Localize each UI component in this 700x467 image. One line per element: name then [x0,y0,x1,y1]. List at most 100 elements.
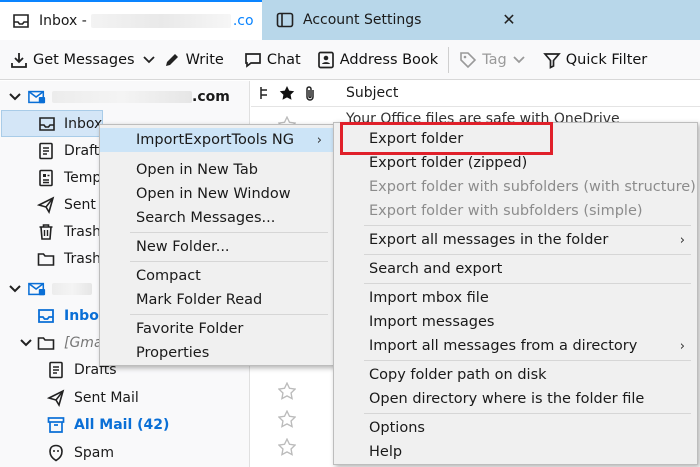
folder-gmail-allmail[interactable]: All Mail (42) [0,411,250,438]
folder-templates-label: Temp [64,169,102,186]
menu-favorite-folder[interactable]: Favorite Folder [100,317,334,341]
tab-account-settings-label: Account Settings [303,12,422,28]
main-toolbar: Get Messages Write Chat Address Book Tag… [0,40,700,80]
folder-gmail-sent[interactable]: Sent Mail [0,384,250,411]
chevron-right-icon: › [679,232,685,248]
menu-properties[interactable]: Properties [100,341,334,365]
tab-account-settings[interactable]: Account Settings ✕ [264,0,529,40]
menu-separator [364,283,691,284]
folder-trash-label: Trash [64,223,101,240]
menu-options[interactable]: Options [334,416,697,440]
templates-icon [37,169,55,187]
chevron-down-icon[interactable] [9,283,21,295]
send-icon [47,388,65,407]
highlight-annotation-box [340,122,553,155]
star-icon[interactable] [277,381,297,401]
chevron-down-icon[interactable] [20,337,32,349]
menu-search-and-export[interactable]: Search and export [334,257,697,281]
menu-open-new-tab[interactable]: Open in New Tab [100,158,334,182]
inbox-icon [37,307,55,325]
tag-label: Tag [482,51,507,68]
chevron-down-icon [513,55,525,63]
attachment-column-icon[interactable] [303,85,317,107]
folder-context-menu: ImportExportTools NG › Open in New Tab O… [99,124,335,366]
menu-import-messages[interactable]: Import messages [334,310,697,334]
account-mail-icon [28,280,46,298]
get-messages-button[interactable]: Get Messages [4,45,141,75]
account-row[interactable]: .com [0,83,250,110]
drafts-icon [47,361,65,379]
menu-export-subfolders-simple: Export folder with subfolders (simple) [369,203,643,219]
menu-separator [364,360,691,361]
menu-copy-folder-path[interactable]: Copy folder path on disk [334,363,697,387]
chevron-right-icon: › [316,132,322,148]
write-button[interactable]: Write [157,45,230,75]
menu-separator [130,314,328,315]
menu-open-directory[interactable]: Open directory where is the folder file [334,387,697,411]
menu-mark-folder-read[interactable]: Mark Folder Read [100,288,334,312]
star-icon[interactable] [277,409,297,429]
send-icon [37,195,55,214]
folder-trash-2-label: Trash [64,250,101,267]
redacted-email [90,14,231,28]
account-email-label: .com [52,89,230,105]
folder-gmail-spam[interactable]: Spam [0,439,250,466]
menu-export-all-messages[interactable]: Export all messages in the folder › [334,228,697,252]
folder-icon [37,250,55,268]
quick-filter-button[interactable]: Quick Filter [537,45,654,75]
tag-button[interactable]: Tag [453,45,531,75]
menu-compact[interactable]: Compact [100,264,334,288]
folder-gmail-spam-label: Spam [74,444,114,461]
menu-separator [130,261,328,262]
menu-new-folder[interactable]: New Folder... [100,235,334,259]
tag-icon [459,51,477,69]
drafts-icon [37,142,55,160]
address-book-button[interactable]: Address Book [311,45,444,75]
archive-icon [47,416,65,434]
menu-search-messages[interactable]: Search Messages... [100,206,334,230]
star-icon[interactable] [277,437,297,457]
write-label: Write [185,51,224,68]
pencil-icon [163,51,181,69]
menu-separator [364,225,691,226]
menu-import-all-directory[interactable]: Import all messages from a directory › [334,334,697,358]
tab-inbox[interactable]: Inbox - .co [0,0,262,40]
folder-gmail-sent-label: Sent Mail [74,389,139,406]
toolbar-separator [448,46,450,73]
menu-export-subfolders-structure: Export folder with subfolders (with stru… [369,179,696,195]
chat-button[interactable]: Chat [238,45,307,75]
menu-import-export-tools[interactable]: ImportExportTools NG › [100,128,334,152]
trash-icon [37,223,55,241]
thread-header: Subject [251,81,700,107]
tab-inbox-label: Inbox - [39,13,87,29]
star-column-icon[interactable] [279,85,295,105]
menu-open-new-window[interactable]: Open in New Window [100,182,334,206]
spam-icon [47,444,65,462]
folder-inbox-label: Inbox [64,115,103,132]
menu-import-mbox[interactable]: Import mbox file [334,286,697,310]
thread-toggle-icon[interactable] [259,85,269,105]
menu-help[interactable]: Help [334,440,697,464]
subject-column-header[interactable]: Subject [346,85,398,101]
account-mail-icon [28,88,46,106]
close-icon[interactable]: ✕ [501,10,517,29]
chevron-down-icon[interactable] [9,91,21,103]
address-book-icon [317,51,335,69]
folder-inbox[interactable]: Inbox [1,110,103,137]
folder-gmail-group-label: [Gma [64,334,103,351]
menu-separator [364,254,691,255]
get-messages-dropdown[interactable] [141,45,157,75]
tab-inbox-suffix: .co [232,13,254,29]
chat-label: Chat [266,51,301,68]
folder-sent-label: Sent [64,196,96,213]
quick-filter-label: Quick Filter [565,51,648,68]
menu-separator [364,413,691,414]
tab-bar: Inbox - .co Account Settings ✕ [0,0,700,40]
account-2-label [52,281,92,297]
chevron-right-icon: › [679,338,685,354]
folder-gmail-allmail-label: All Mail (42) [74,416,170,433]
inbox-icon [38,115,56,133]
get-messages-label: Get Messages [33,51,135,68]
settings-tab-icon [276,11,294,29]
inbox-icon [12,12,30,30]
